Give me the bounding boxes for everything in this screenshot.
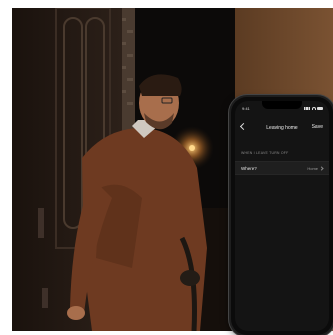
phone-screen: 9:41 Leaving home Save WHEN I LEAVE TURN… <box>235 101 329 331</box>
system-icons <box>304 106 323 110</box>
status-bar: 9:41 <box>242 104 323 112</box>
where-row[interactable]: Where? Home <box>235 161 329 175</box>
wifi-icon <box>311 106 316 110</box>
back-chevron-icon[interactable] <box>239 122 248 131</box>
where-value: Home <box>307 165 318 171</box>
nav-bar: Leaving home Save <box>235 121 329 135</box>
signal-icon <box>304 106 310 110</box>
where-label: Where? <box>241 165 257 171</box>
section-label: WHEN I LEAVE TURN OFF <box>241 151 289 155</box>
chevron-right-icon <box>319 165 324 171</box>
status-time: 9:41 <box>242 105 250 111</box>
smartphone: 9:41 Leaving home Save WHEN I LEAVE TURN… <box>231 97 333 335</box>
page-title: Leaving home <box>266 125 298 131</box>
save-button[interactable]: Save <box>312 124 323 130</box>
battery-icon <box>317 106 323 110</box>
where-value-group: Home <box>307 165 324 171</box>
